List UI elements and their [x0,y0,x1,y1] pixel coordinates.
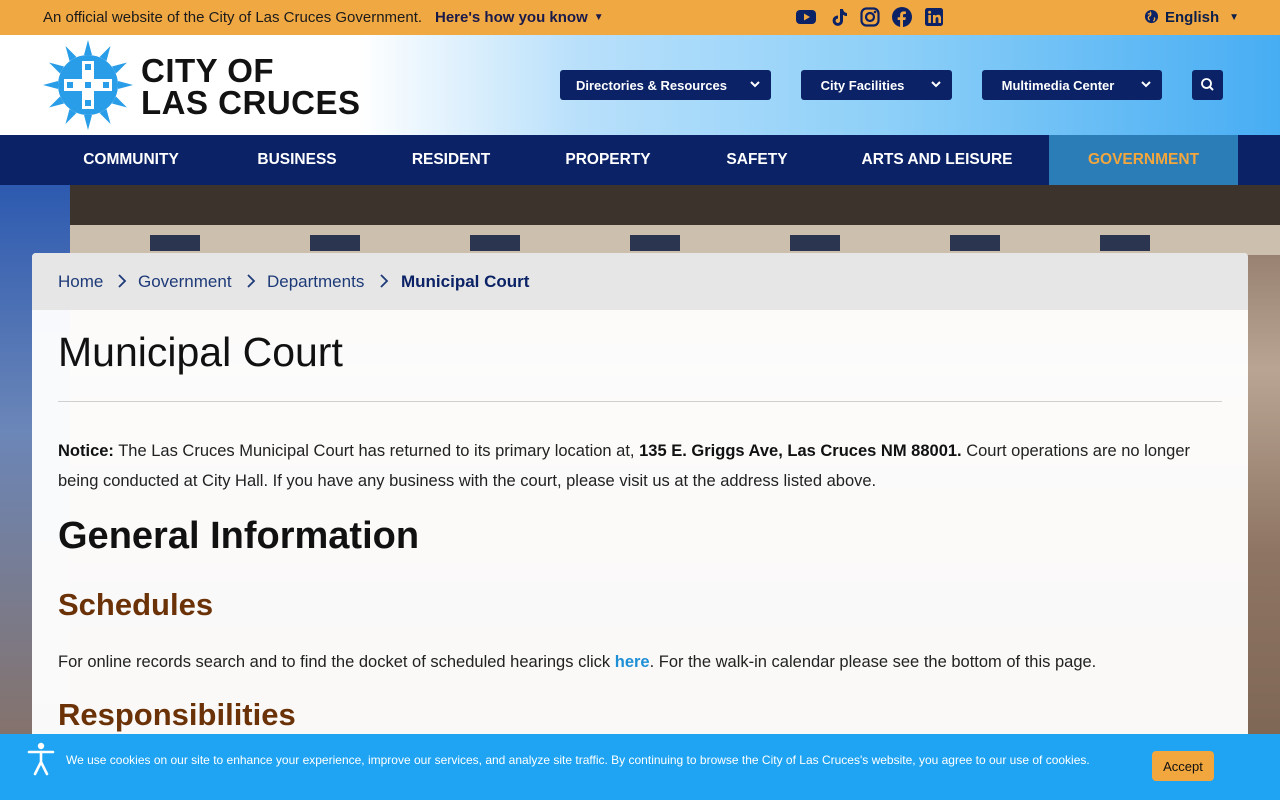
site-header: CITY OF LAS CRUCES Directories & Resourc… [0,35,1280,135]
hero-window [950,235,1000,251]
multimedia-center-dropdown[interactable]: Multimedia Center [982,70,1162,100]
nav-item-arts-and-leisure[interactable]: ARTS AND LEISURE [844,135,1030,185]
notice-address: 135 E. Griggs Ave, Las Cruces NM 88001. [639,442,962,460]
city-logo-wordmark[interactable]: CITY OF LAS CRUCES [141,52,361,121]
chevron-down-icon [931,81,941,88]
accessibility-icon[interactable] [27,742,55,776]
page-title: Municipal Court [58,329,343,375]
globe-icon [1144,9,1159,24]
logo-line-1: CITY OF [141,52,275,89]
main-navigation: COMMUNITY BUSINESS RESIDENT PROPERTY SAF… [0,135,1280,185]
chevron-right-icon [380,274,389,288]
chevron-down-icon [1141,81,1151,88]
logo-line-2: LAS CRUCES [141,84,361,121]
linkedin-icon[interactable] [924,7,944,27]
chevron-down-icon [750,81,760,88]
title-divider [58,401,1222,402]
dropdown-label: City Facilities [820,77,905,93]
cookie-consent-bar: We use cookies on our site to enhance yo… [0,734,1280,800]
content-card: Home Government Departments Municipal Co… [32,253,1248,800]
breadcrumb-home[interactable]: Home [58,272,103,292]
hero-window [470,235,520,251]
chevron-right-icon [247,274,256,288]
notice-label: Notice: [58,442,114,460]
nav-item-community[interactable]: COMMUNITY [61,135,201,185]
tiktok-icon[interactable] [829,7,849,27]
city-zia-logo[interactable] [42,39,134,131]
breadcrumb: Home Government Departments Municipal Co… [32,253,1248,310]
breadcrumb-departments[interactable]: Departments [267,272,364,292]
search-icon [1201,78,1214,91]
nav-item-property[interactable]: PROPERTY [546,135,670,185]
schedules-heading: Schedules [58,587,214,622]
heres-how-you-know-label: Here's how you know [435,9,588,26]
records-search-link[interactable]: here [615,653,650,671]
nav-item-government[interactable]: GOVERNMENT [1049,135,1238,185]
caret-down-icon: ▼ [1229,12,1240,23]
instagram-icon[interactable] [860,7,880,27]
nav-item-safety[interactable]: SAFETY [708,135,806,185]
schedules-text: For online records search and to find th… [58,653,615,671]
official-site-text: An official website of the City of Las C… [43,9,423,26]
city-facilities-dropdown[interactable]: City Facilities [801,70,952,100]
hero-window [1100,235,1150,251]
dropdown-label: Multimedia Center [1001,77,1115,93]
nav-item-resident[interactable]: RESIDENT [392,135,510,185]
hero-window [630,235,680,251]
search-button[interactable] [1192,70,1223,100]
accept-cookies-button[interactable]: Accept [1152,751,1214,781]
breadcrumb-current: Municipal Court [401,272,530,291]
notice-text: The Las Cruces Municipal Court has retur… [113,442,640,460]
nav-item-business[interactable]: BUSINESS [236,135,358,185]
youtube-icon[interactable] [796,7,816,27]
hero-roofline [0,185,1280,225]
heres-how-you-know-toggle[interactable]: Here's how you know ▼ [435,9,604,26]
official-banner: An official website of the City of Las C… [0,0,1280,35]
hero-window [310,235,360,251]
schedules-text: . For the walk-in calendar please see th… [649,653,1097,671]
directories-resources-dropdown[interactable]: Directories & Resources [560,70,771,100]
cookie-message: We use cookies on our site to enhance yo… [66,753,1090,767]
facebook-icon[interactable] [892,7,912,27]
hero-window [790,235,840,251]
dropdown-label: Directories & Resources [575,77,727,93]
notice-paragraph: Notice: The Las Cruces Municipal Court h… [58,436,1218,496]
hero-window [150,235,200,251]
caret-down-icon: ▼ [593,12,604,23]
chevron-right-icon [118,274,127,288]
breadcrumb-government[interactable]: Government [138,272,232,292]
schedules-paragraph: For online records search and to find th… [58,653,1096,672]
responsibilities-heading: Responsibilities [58,697,296,732]
language-selector[interactable]: English ▼ [1144,9,1239,26]
language-label: English [1165,9,1220,26]
general-information-heading: General Information [58,515,420,557]
